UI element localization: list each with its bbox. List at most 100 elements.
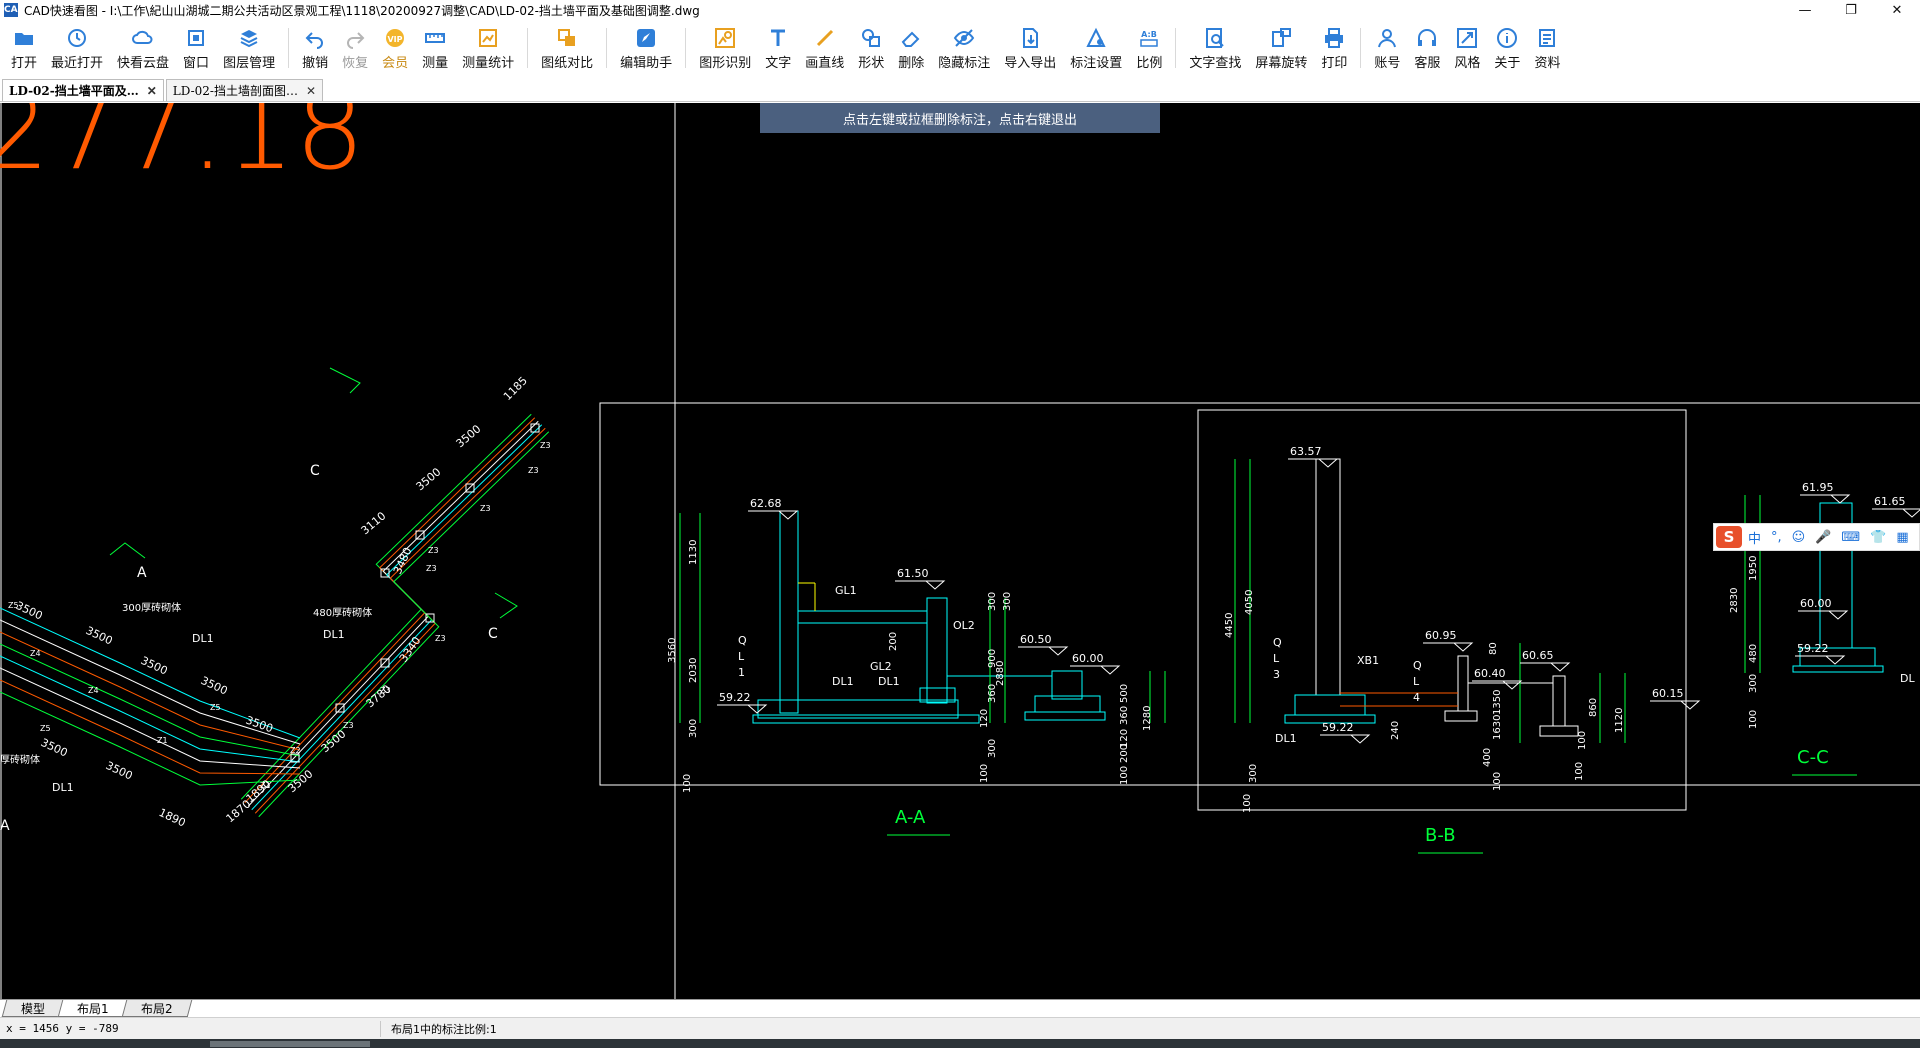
doc-tab-section[interactable]: LD-02-挡土墙剖面图… ✕	[165, 79, 324, 101]
elevation-label: 62.68	[750, 497, 782, 510]
toolbar-button-label: 客服	[1414, 55, 1441, 71]
dimension-label: 1950	[1748, 556, 1759, 581]
minimize-icon[interactable]: —	[1782, 0, 1828, 20]
eraser-button[interactable]: 删除	[891, 20, 931, 76]
elevation-label: 59.22	[1322, 721, 1354, 734]
hide-annotation-button[interactable]: 隐藏标注	[931, 20, 997, 76]
layout-tab-model[interactable]: 模型	[1, 1000, 65, 1017]
ime-punctuation-icon[interactable]: °,	[1771, 530, 1782, 545]
print-button[interactable]: 打印	[1314, 20, 1354, 76]
cad-viewer-app: CAD CAD快速看图 - I:\工作\紀山山湖城二期公共活动区景观工程\111…	[0, 0, 1920, 1048]
resources-button[interactable]: 资料	[1527, 20, 1567, 76]
elevation-marker	[1318, 458, 1339, 468]
cloud-button[interactable]: 快看云盘	[110, 20, 176, 76]
section-title: A-A	[895, 807, 926, 828]
footing	[1444, 710, 1478, 722]
ime-skin-icon[interactable]: 👕	[1870, 530, 1886, 545]
horizontal-scrollbar[interactable]	[0, 1039, 1920, 1048]
elevation-marker	[778, 510, 799, 520]
measure-stats-button[interactable]: 测量统计	[455, 20, 521, 76]
ime-chinese-mode[interactable]: 中	[1748, 528, 1761, 547]
wall-stem	[1457, 655, 1469, 712]
import-export-button[interactable]: 导入导出	[997, 20, 1063, 76]
close-icon[interactable]: ✕	[306, 84, 316, 98]
column-tag: Z5	[210, 703, 221, 712]
ime-keyboard-icon[interactable]: ⌨	[1841, 530, 1860, 545]
dimension-label: 100	[1748, 710, 1759, 729]
measure-stats-icon	[476, 26, 500, 50]
column-tag: Z5	[8, 601, 19, 610]
sogou-logo-icon[interactable]: S	[1716, 526, 1742, 548]
text-icon	[766, 26, 790, 50]
scrollbar-thumb[interactable]	[210, 1041, 370, 1047]
dimension-label: 1185	[501, 374, 530, 403]
cloud-icon	[131, 26, 155, 50]
elevation-label: 60.00	[1800, 597, 1832, 610]
ime-voice-icon[interactable]: 🎤	[1815, 530, 1831, 545]
window-button[interactable]: 窗口	[176, 20, 216, 76]
column-tag: Z3	[380, 686, 391, 695]
layers-button[interactable]: 图层管理	[216, 20, 282, 76]
elevation-label: 60.40	[1474, 667, 1506, 680]
recent-button[interactable]: 最近打开	[44, 20, 110, 76]
drawing-canvas[interactable]: 277.18 1185 3500 3500 3110 3480 3340 3780 3500 35…	[0, 103, 1920, 999]
dimension-label: 2030	[688, 658, 699, 683]
dimension-label: 3500	[454, 422, 484, 450]
wall-band	[244, 417, 536, 804]
ime-toolbox-icon[interactable]: ▦	[1896, 530, 1908, 545]
info-button[interactable]: 关于	[1487, 20, 1527, 76]
member-label: DL1	[878, 675, 900, 688]
measure-button[interactable]: 测量	[415, 20, 455, 76]
column-tag: Z3	[528, 466, 539, 475]
dimension-label: 100	[1574, 762, 1585, 781]
dimension-label: 120	[979, 709, 990, 728]
cad-drawing[interactable]: 277.181185350035003110348033403780350035…	[0, 103, 1920, 999]
shape-button[interactable]: 形状	[851, 20, 891, 76]
vip-button[interactable]: VIP 会员	[375, 20, 415, 76]
measure-icon	[423, 26, 447, 50]
ime-toolbar[interactable]: S 中 °, ☺ 🎤 ⌨ 👕 ▦	[1713, 523, 1920, 551]
toolbar-button-label: 打印	[1321, 55, 1348, 71]
compare-button[interactable]: 图纸对比	[534, 20, 600, 76]
style-button[interactable]: 风格	[1447, 20, 1487, 76]
member-label: DL1	[832, 675, 854, 688]
account-button[interactable]: 账号	[1367, 20, 1407, 76]
text-search-button[interactable]: 文字查找	[1182, 20, 1248, 76]
close-icon[interactable]: ✕	[1874, 0, 1920, 20]
column-tag: Z3	[428, 546, 439, 555]
restore-icon[interactable]: ❐	[1828, 0, 1874, 20]
redo-icon	[343, 26, 367, 50]
section-mark: A	[137, 565, 147, 581]
annotation-settings-button[interactable]: 标注设置	[1063, 20, 1129, 76]
dimension-label: 3500	[39, 736, 70, 760]
column-tag: Z3	[480, 504, 491, 513]
doc-tab-plan[interactable]: LD-02-挡土墙平面及… ✕	[2, 79, 164, 101]
undo-button[interactable]: 撤销	[295, 20, 335, 76]
text-button[interactable]: 文字	[758, 20, 798, 76]
elevation-marker	[1350, 734, 1371, 744]
line-button[interactable]: 画直线	[798, 20, 851, 76]
close-icon[interactable]: ✕	[147, 84, 157, 98]
elevation-label: 60.50	[1020, 633, 1052, 646]
dl-label: DL1	[52, 781, 74, 794]
doc-tab-label: LD-02-挡土墙平面及…	[9, 84, 139, 98]
headset-icon	[1415, 26, 1439, 50]
toolbar-button-label: 最近打开	[51, 55, 104, 71]
folder-open-button[interactable]: 打开	[4, 20, 44, 76]
layout-tab-layout2[interactable]: 布局2	[121, 1000, 192, 1017]
column-tag: Z5	[40, 724, 51, 733]
edit-assistant-button[interactable]: 编辑助手	[613, 20, 679, 76]
toolbar-button-label: 比例	[1136, 55, 1163, 71]
member-label: 1	[738, 666, 745, 679]
wall-note: 300厚砖砌体	[122, 601, 181, 614]
shape-recognize-button[interactable]: 图形识别	[692, 20, 758, 76]
rotate-screen-button[interactable]: 屏幕旋转	[1248, 20, 1314, 76]
dimension-label: 300	[1748, 674, 1759, 693]
wall-stem	[926, 597, 948, 704]
headset-button[interactable]: 客服	[1407, 20, 1447, 76]
layout-tab-layout1[interactable]: 布局1	[57, 1000, 128, 1017]
window-icon	[184, 26, 208, 50]
scale-button[interactable]: A:B 比例	[1129, 20, 1169, 76]
cursor-coordinates: x = 1456 y = -789	[6, 1022, 119, 1035]
ime-emoji-icon[interactable]: ☺	[1792, 530, 1806, 545]
